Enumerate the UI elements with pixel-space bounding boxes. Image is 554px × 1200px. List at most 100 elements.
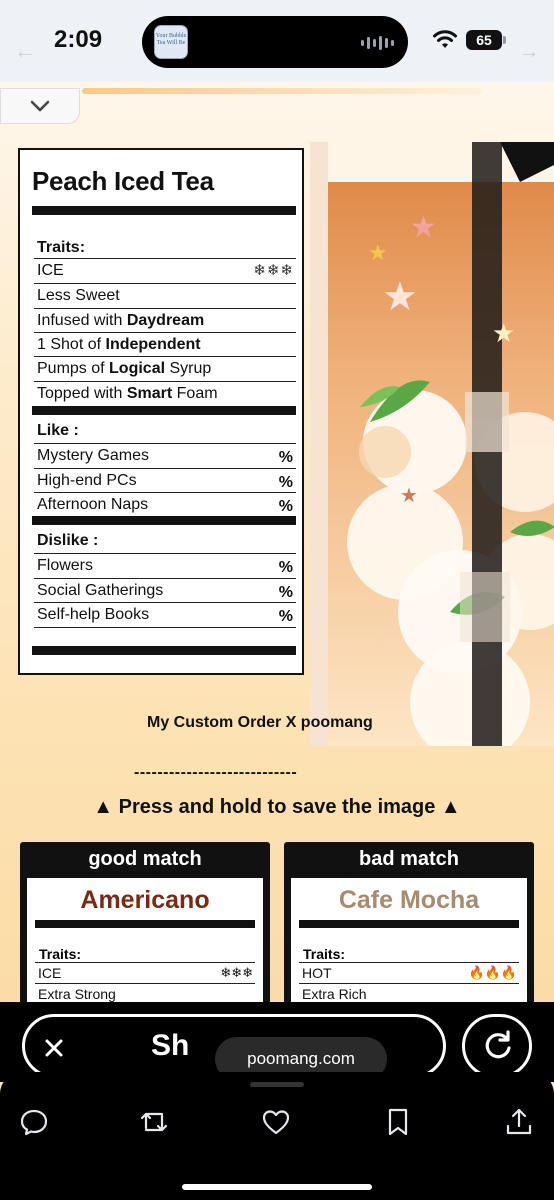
percent-sign: % (278, 608, 293, 625)
trait-prefix: Topped with (37, 385, 127, 402)
now-playing-thumbnail: Your Bubble Tea Will Be (154, 25, 188, 59)
like-row: High-end PCs% (34, 468, 296, 493)
good-match-header: good match (88, 848, 202, 870)
good-match-body: Americano Traits: ICE ❄❄❄ Extra Strong (27, 878, 263, 1002)
good-match-drink: Americano (80, 886, 210, 914)
now-playing-thumbnail-text: Your Bubble Tea Will Be (155, 33, 187, 46)
dislike-row: Flowers% (34, 553, 296, 578)
status-bar: ← → 2:09 Your Bubble Tea Will Be 65 (0, 0, 554, 82)
divider-bar (35, 920, 255, 928)
dislike-heading: Dislike : (37, 532, 99, 549)
trait-row: Topped with Smart Foam (34, 381, 296, 406)
battery-tip (503, 36, 506, 44)
svg-text:★: ★ (368, 240, 388, 265)
percent-sign: % (278, 559, 293, 576)
trait-row: HOT 🔥🔥🔥 (299, 962, 519, 983)
ice-level-icon: ❄❄❄ (220, 965, 253, 980)
trait-row: 1 Shot of Independent (34, 332, 296, 357)
trait-suffix: Syrup (165, 360, 212, 377)
like-text: Afternoon Naps (37, 496, 149, 513)
share-label: Sh (151, 1029, 190, 1062)
chevron-down-icon (30, 100, 50, 112)
trait-keyword: Daydream (126, 312, 205, 329)
good-match-card[interactable]: good match Americano Traits: ICE ❄❄❄ Extr… (20, 842, 270, 1002)
audio-wave-icon (361, 35, 394, 51)
trait-row: ICE ❄❄❄ (34, 258, 296, 283)
trait-text: HOT (302, 965, 332, 981)
reload-button[interactable] (462, 1014, 532, 1078)
divider-bar (32, 516, 296, 525)
dislike-text: Self-help Books (37, 606, 150, 623)
svg-text:★: ★ (382, 275, 418, 319)
trait-row: Less Sweet (34, 283, 296, 308)
dislike-row: Social Gatherings% (34, 578, 296, 603)
svg-text:★: ★ (410, 211, 437, 244)
trait-prefix: Pumps of (37, 360, 110, 377)
traits-heading: Traits: (37, 239, 86, 256)
custom-order-text: My Custom Order X poomang (147, 714, 373, 731)
divider-bar (32, 406, 296, 415)
dashed-divider: ---------------------------- (134, 764, 298, 781)
like-text: Mystery Games (37, 447, 150, 464)
trait-row: ICE ❄❄❄ (35, 962, 255, 983)
svg-text:★: ★ (400, 485, 418, 507)
trait-keyword: Independent (105, 336, 201, 353)
bad-match-header: bad match (358, 848, 460, 870)
reply-icon[interactable] (18, 1106, 50, 1138)
share-pill[interactable]: Sh poomang.com (22, 1014, 446, 1081)
bad-match-card[interactable]: bad match Cafe Mocha Traits: HOT 🔥🔥🔥 Extr… (284, 842, 534, 1002)
bad-match-drink: Cafe Mocha (338, 886, 480, 914)
iced-tea-illustration: ★ ★ ★ ★ ★ (310, 142, 554, 746)
bad-match-body: Cafe Mocha Traits: HOT 🔥🔥🔥 Extra Rich (291, 878, 527, 1002)
svg-text:★: ★ (492, 318, 515, 348)
forward-arrow-icon[interactable]: → (518, 38, 540, 64)
trait-row: Infused with Daydream (34, 308, 296, 333)
like-heading: Like : (37, 422, 79, 439)
like-row: Mystery Games% (34, 443, 296, 468)
back-arrow-icon[interactable]: ← (14, 38, 36, 64)
reload-icon (485, 1030, 511, 1059)
traits-heading: Traits: (303, 946, 346, 962)
trait-keyword: Smart (126, 385, 173, 402)
decorative-stripe (82, 88, 482, 94)
ice-level-icon: ❄❄❄ (253, 262, 294, 279)
divider-bar (299, 920, 519, 928)
trait-text: Extra Strong (38, 986, 116, 1002)
dislike-text: Social Gatherings (37, 582, 164, 599)
row-rule (34, 627, 296, 628)
divider-bar (32, 646, 296, 655)
home-indicator[interactable] (182, 1184, 372, 1190)
share-icon[interactable] (503, 1106, 535, 1138)
repost-icon[interactable] (138, 1106, 170, 1138)
trait-text: Less Sweet (37, 287, 120, 304)
bottom-toolbar (0, 1072, 554, 1200)
trait-row: Pumps of Logical Syrup (34, 356, 296, 381)
close-icon[interactable] (39, 1033, 69, 1063)
collapse-button[interactable] (0, 88, 80, 124)
trait-keyword: Logical (109, 360, 166, 377)
share-overlay: Sh poomang.com (0, 1002, 554, 1082)
dynamic-island[interactable]: Your Bubble Tea Will Be (142, 16, 408, 68)
dislike-row: Self-help Books% (34, 602, 296, 627)
battery-indicator: 65 (466, 30, 502, 50)
bookmark-icon[interactable] (382, 1106, 414, 1138)
traits-heading: Traits: (39, 946, 82, 962)
heat-level-icon: 🔥🔥🔥 (468, 965, 517, 980)
like-text: High-end PCs (37, 472, 137, 489)
wifi-icon (433, 30, 457, 48)
dislike-text: Flowers (37, 557, 94, 574)
like-icon[interactable] (260, 1106, 292, 1138)
order-label: Peach Iced Tea Traits: ICE ❄❄❄ Less Swee… (18, 148, 304, 675)
trait-text: Extra Rich (302, 986, 367, 1002)
divider-bar (32, 206, 296, 215)
percent-sign: % (278, 449, 293, 466)
clock: 2:09 (54, 26, 103, 53)
trait-prefix: 1 Shot of (37, 336, 106, 353)
trait-text: ICE (37, 262, 64, 279)
trait-row: Extra Strong (35, 983, 255, 1002)
save-image-hint: ▲ Press and hold to save the image ▲ (93, 796, 461, 818)
web-content[interactable]: ★ ★ ★ ★ ★ Peach Iced Tea Traits: ICE ❄❄❄… (0, 82, 554, 1002)
trait-prefix: Infused with (37, 312, 127, 329)
trait-text: ICE (38, 965, 62, 981)
like-row: Afternoon Naps% (34, 492, 296, 517)
